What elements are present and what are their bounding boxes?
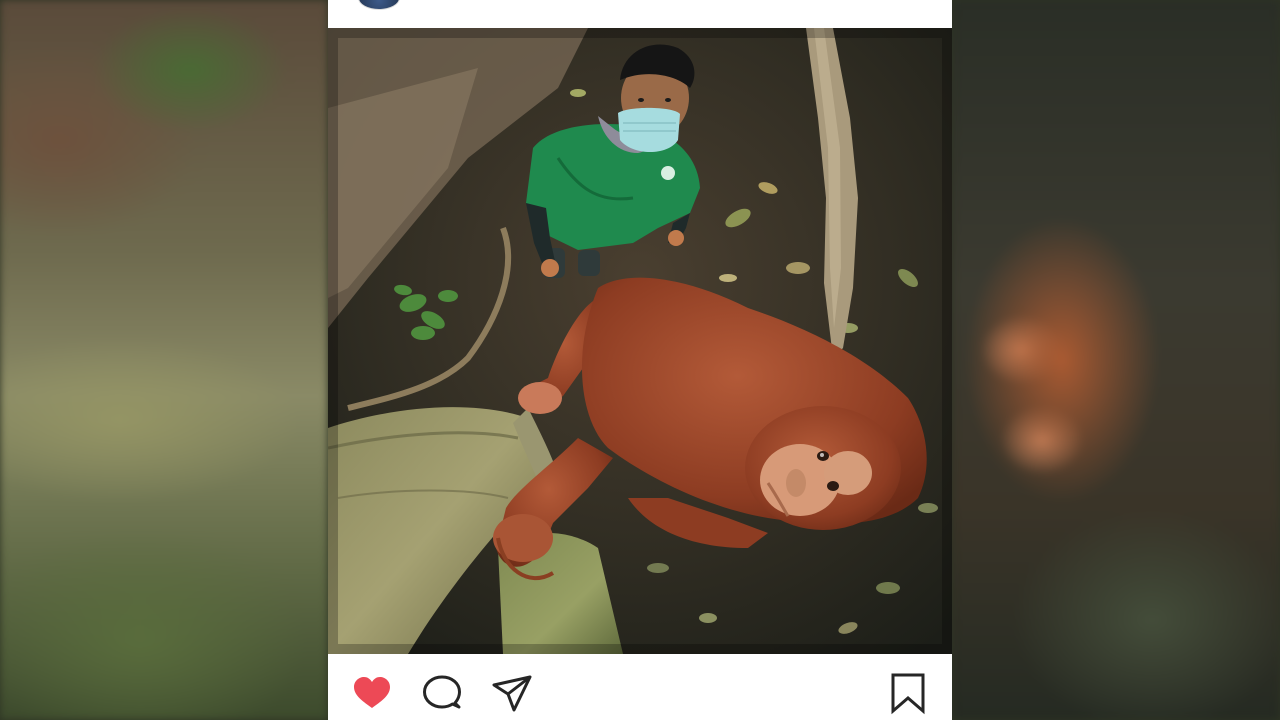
blurred-background-right xyxy=(952,0,1280,720)
comment-button[interactable] xyxy=(420,672,464,716)
post-photo[interactable] xyxy=(328,28,952,654)
video-frame xyxy=(0,0,1280,720)
bookmark-icon xyxy=(891,673,925,715)
save-button[interactable] xyxy=(886,672,930,716)
comment-bubble-icon xyxy=(423,675,461,709)
heart-icon xyxy=(354,677,390,708)
post-action-bar xyxy=(328,654,952,720)
orangutan-photo-illustration xyxy=(328,28,952,654)
blurred-background-left xyxy=(0,0,328,720)
instagram-post-card xyxy=(328,0,952,720)
post-header xyxy=(328,0,952,28)
profile-avatar[interactable] xyxy=(358,0,400,10)
like-button[interactable] xyxy=(350,672,394,716)
paper-plane-icon xyxy=(492,675,532,712)
share-button[interactable] xyxy=(490,672,534,716)
